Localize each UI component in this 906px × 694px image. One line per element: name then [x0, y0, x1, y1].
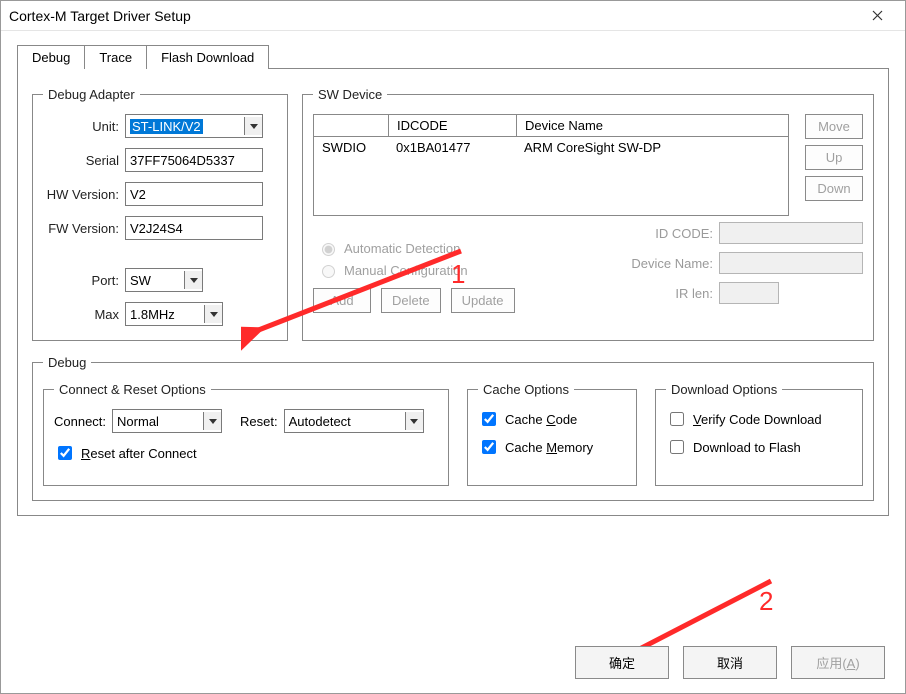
devname-field: [719, 252, 863, 274]
content-area: Debug Trace Flash Download Debug Adapter…: [1, 31, 905, 693]
idcode-label: ID CODE:: [603, 226, 713, 241]
tab-flash-download[interactable]: Flash Download: [146, 45, 269, 69]
chevron-down-icon: [203, 412, 221, 430]
chevron-down-icon: [204, 305, 222, 323]
connect-reset-legend: Connect & Reset Options: [54, 382, 211, 397]
reset-label: Reset:: [240, 414, 278, 429]
apply-button: 应用(A): [791, 646, 885, 679]
radio-auto-input: [322, 243, 335, 256]
col-device-name: Device Name: [516, 115, 788, 136]
reset-combo[interactable]: Autodetect: [284, 409, 424, 433]
reset-after-connect-input[interactable]: [58, 446, 72, 460]
connect-value: Normal: [117, 414, 159, 429]
serial-field: 37FF75064D5337: [125, 148, 263, 172]
port-value: SW: [130, 273, 151, 288]
unit-value: ST-LINK/V2: [130, 119, 203, 134]
connect-combo[interactable]: Normal: [112, 409, 222, 433]
download-to-flash-checkbox[interactable]: Download to Flash: [666, 437, 852, 457]
up-button: Up: [805, 145, 863, 170]
max-combo[interactable]: 1.8MHz: [125, 302, 223, 326]
sw-device-legend: SW Device: [313, 87, 387, 102]
delete-button: Delete: [381, 288, 441, 313]
sw-device-grid[interactable]: IDCODE Device Name SWDIO 0x1BA01477 ARM …: [313, 114, 789, 216]
cancel-button[interactable]: 取消: [683, 646, 777, 679]
serial-label: Serial: [43, 153, 119, 168]
devname-label: Device Name:: [603, 256, 713, 271]
tabstrip: Debug Trace Flash Download: [17, 45, 889, 69]
close-icon: [872, 10, 883, 21]
sw-device-group: SW Device IDCODE Device Name: [302, 87, 874, 341]
hw-version-label: HW Version:: [43, 187, 119, 202]
connect-reset-group: Connect & Reset Options Connect: Normal …: [43, 382, 449, 486]
port-combo[interactable]: SW: [125, 268, 203, 292]
debug-adapter-legend: Debug Adapter: [43, 87, 140, 102]
cache-code-checkbox[interactable]: Cache Code: [478, 409, 626, 429]
max-value: 1.8MHz: [130, 307, 175, 322]
unit-combo[interactable]: ST-LINK/V2: [125, 114, 263, 138]
cache-memory-checkbox[interactable]: Cache Memory: [478, 437, 626, 457]
reset-after-connect-checkbox[interactable]: Reset after Connect: [54, 443, 438, 463]
tab-debug[interactable]: Debug: [17, 45, 85, 69]
chevron-down-icon: [244, 117, 262, 135]
move-button: Move: [805, 114, 863, 139]
radio-manual-config: Manual Configuration: [317, 262, 591, 278]
fw-version-label: FW Version:: [43, 221, 119, 236]
download-legend: Download Options: [666, 382, 782, 397]
debug-group: Debug Connect & Reset Options Connect: N…: [32, 355, 874, 501]
debug-adapter-group: Debug Adapter Unit: ST-LINK/V2 Serial 37…: [32, 87, 288, 341]
titlebar: Cortex-M Target Driver Setup: [1, 1, 905, 31]
window: Cortex-M Target Driver Setup Debug Trace…: [0, 0, 906, 694]
reset-value: Autodetect: [289, 414, 351, 429]
cell-device-name: ARM CoreSight SW-DP: [516, 137, 788, 158]
port-label: Port:: [43, 273, 119, 288]
cell-idcode: 0x1BA01477: [388, 137, 516, 158]
update-button: Update: [451, 288, 515, 313]
hw-version-field: V2: [125, 182, 263, 206]
annotation-label-2: 2: [759, 586, 773, 617]
debug-legend: Debug: [43, 355, 91, 370]
window-title: Cortex-M Target Driver Setup: [9, 8, 857, 24]
fw-version-field: V2J24S4: [125, 216, 263, 240]
cache-code-input[interactable]: [482, 412, 496, 426]
download-to-flash-input[interactable]: [670, 440, 684, 454]
row-label: SWDIO: [314, 137, 388, 158]
irlen-field: [719, 282, 779, 304]
tab-panel-debug: Debug Adapter Unit: ST-LINK/V2 Serial 37…: [17, 68, 889, 516]
cache-options-group: Cache Options Cache Code Cache Memory: [467, 382, 637, 486]
idcode-field: [719, 222, 863, 244]
chevron-down-icon: [405, 412, 423, 430]
add-button: Add: [313, 288, 371, 313]
connect-label: Connect:: [54, 414, 106, 429]
max-label: Max: [43, 307, 119, 322]
close-button[interactable]: [857, 2, 897, 30]
irlen-label: IR len:: [603, 286, 713, 301]
ok-button[interactable]: 确定: [575, 646, 669, 679]
unit-label: Unit:: [43, 119, 119, 134]
sw-device-grid-head: IDCODE Device Name: [314, 115, 788, 137]
cache-legend: Cache Options: [478, 382, 574, 397]
down-button: Down: [805, 176, 863, 201]
dialog-buttons: 确定 取消 应用(A): [575, 646, 885, 679]
chevron-down-icon: [184, 271, 202, 289]
col-idcode: IDCODE: [388, 115, 516, 136]
verify-code-input[interactable]: [670, 412, 684, 426]
cache-memory-input[interactable]: [482, 440, 496, 454]
verify-code-download-checkbox[interactable]: Verify Code Download: [666, 409, 852, 429]
tab-trace[interactable]: Trace: [84, 45, 147, 69]
radio-auto-detection: Automatic Detection: [317, 240, 591, 256]
table-row[interactable]: SWDIO 0x1BA01477 ARM CoreSight SW-DP: [314, 137, 788, 158]
radio-manual-input: [322, 265, 335, 278]
download-options-group: Download Options Verify Code Download Do…: [655, 382, 863, 486]
